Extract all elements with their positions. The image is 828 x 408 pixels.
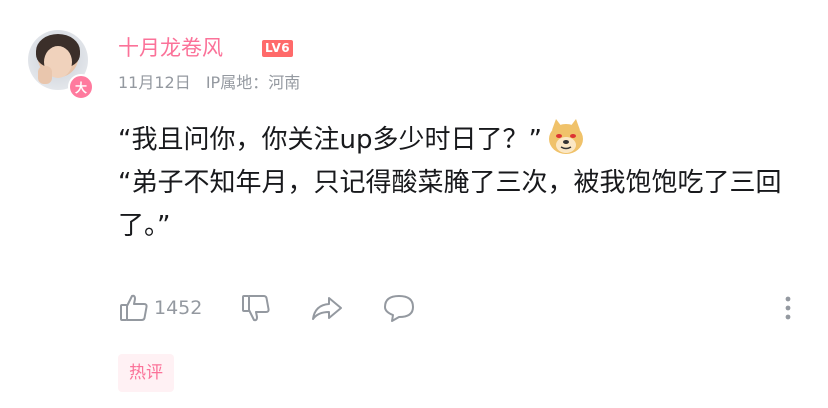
like-count: 1452 [154, 297, 203, 319]
username[interactable]: 十月龙卷风 [118, 36, 223, 60]
comment-date: 11月12日 [118, 73, 191, 92]
reply-button[interactable] [382, 292, 416, 324]
thumbs-down-icon [242, 295, 270, 322]
action-bar: 1452 [118, 290, 416, 326]
avatar-hand [38, 66, 52, 84]
more-options-icon[interactable] [780, 294, 796, 322]
comment-line-2: “弟子不知年月，只记得酸菜腌了三次，被我饱饱吃了三回了。” [118, 168, 782, 241]
comment-line-1: “我且问你，你关注up多少时日了？” [118, 118, 808, 162]
level-badge: LV6 [262, 40, 294, 57]
comment-bubble-icon [384, 295, 415, 322]
doge-emoji-icon [548, 119, 583, 154]
avatar-badge: 大 [68, 74, 94, 100]
thumbs-up-icon [120, 294, 148, 321]
share-button[interactable] [310, 292, 344, 324]
share-icon [312, 297, 343, 320]
ip-location: IP属地：河南 [205, 73, 301, 92]
hot-comment-tag: 热评 [118, 354, 174, 392]
comment-text: “我且问你，你关注up多少时日了？” “弟子不知年月，只记得酸菜腌了三次，被我饱… [118, 118, 808, 248]
dislike-button[interactable] [240, 292, 272, 324]
comment-line-1-text: “我且问你，你关注up多少时日了？” [118, 125, 542, 155]
comment-meta: 11月12日 IP属地：河南 [118, 73, 310, 93]
like-button[interactable]: 1452 [118, 292, 202, 324]
